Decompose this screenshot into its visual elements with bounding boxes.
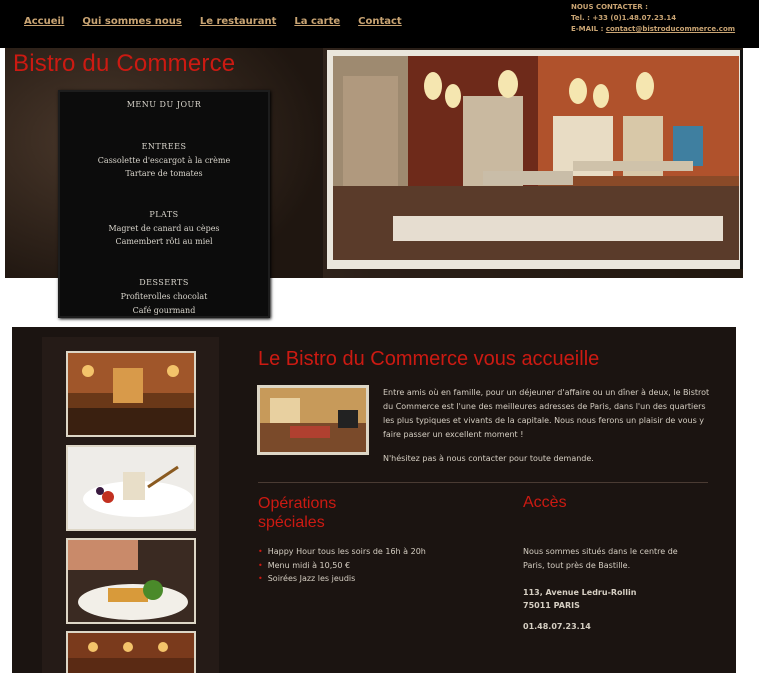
acces-phone[interactable]: 01.48.07.23.14 bbox=[523, 622, 591, 631]
menu-item: Tartare de tomates bbox=[125, 169, 203, 178]
top-bar: Accueil Qui sommes nous Le restaurant La… bbox=[0, 0, 759, 48]
list-item-text: Soirées Jazz les jeudis bbox=[267, 574, 356, 583]
thumbnail-interior bbox=[66, 631, 196, 673]
bullet-icon: • bbox=[258, 547, 263, 556]
contact-heading: NOUS CONTACTER : bbox=[571, 3, 648, 11]
nav-contact[interactable]: Contact bbox=[358, 16, 402, 27]
menu-item: Profiterolles chocolat bbox=[120, 292, 208, 301]
menu-chalkboard: MENU DU JOUR ENTREES Cassolette d'escarg… bbox=[58, 90, 270, 318]
welcome-paragraph: Entre amis où en famille, pour un déjeun… bbox=[383, 388, 710, 439]
list-item: • Happy Hour tous les soirs de 16h à 20h bbox=[258, 545, 426, 559]
operations-list: • Happy Hour tous les soirs de 16h à 20h … bbox=[258, 545, 426, 586]
restaurant-photo-image bbox=[333, 56, 739, 260]
contact-block: NOUS CONTACTER : Tel. : +33 (0)1.48.07.2… bbox=[571, 2, 735, 35]
operations-title: Opérations spéciales bbox=[258, 495, 337, 531]
thumbnail-chef-plating bbox=[66, 538, 196, 624]
nav-la-carte[interactable]: La carte bbox=[294, 16, 340, 27]
list-item: • Menu midi à 10,50 € bbox=[258, 559, 426, 573]
contact-tel: Tel. : +33 (0)1.48.07.23.14 bbox=[571, 14, 677, 22]
main-nav: Accueil Qui sommes nous Le restaurant La… bbox=[24, 16, 420, 27]
bullet-icon: • bbox=[258, 560, 263, 570]
acces-address: 113, Avenue Ledru-Rollin 75011 PARIS bbox=[523, 586, 636, 612]
menu-item: Café gourmand bbox=[132, 306, 196, 315]
menu-section-heading: PLATS bbox=[149, 210, 179, 219]
thumbnail-dessert bbox=[66, 445, 196, 531]
address-line: 75011 PARIS bbox=[523, 601, 580, 610]
acces-title: Accès bbox=[523, 494, 567, 511]
contact-email-label: E-MAIL : bbox=[571, 25, 606, 33]
nav-qui-sommes-nous[interactable]: Qui sommes nous bbox=[82, 16, 181, 27]
thumbnail-dining-room bbox=[66, 351, 196, 437]
menu-item: Cassolette d'escargot à la crème bbox=[97, 156, 231, 165]
menu-item: Camembert rôti au miel bbox=[115, 237, 213, 246]
contact-email-link[interactable]: contact@bistroducommerce.com bbox=[606, 25, 735, 33]
welcome-title: Le Bistro du Commerce vous accueille bbox=[258, 348, 600, 370]
contact-email-row: E-MAIL : contact@bistroducommerce.com bbox=[571, 24, 735, 35]
menu-section-heading: ENTREES bbox=[141, 142, 187, 151]
list-item: • Soirées Jazz les jeudis bbox=[258, 572, 426, 586]
bullet-icon: • bbox=[258, 574, 263, 583]
acces-paragraph: Nous sommes situés dans le centre de Par… bbox=[523, 547, 678, 570]
welcome-photo bbox=[257, 385, 369, 455]
address-line: 113, Avenue Ledru-Rollin bbox=[523, 588, 637, 597]
menu-board-title: MENU DU JOUR bbox=[126, 100, 202, 109]
list-item-text: Menu midi à 10,50 € bbox=[267, 560, 351, 570]
site-title: Bistro du Commerce bbox=[13, 50, 236, 77]
menu-section-heading: DESSERTS bbox=[139, 278, 189, 287]
section-divider bbox=[258, 482, 708, 483]
list-item-text: Happy Hour tous les soirs de 16h à 20h bbox=[267, 547, 426, 556]
restaurant-photo bbox=[327, 50, 743, 269]
nav-le-restaurant[interactable]: Le restaurant bbox=[200, 16, 277, 27]
nav-accueil[interactable]: Accueil bbox=[24, 16, 64, 27]
menu-item: Magret de canard au cèpes bbox=[108, 224, 220, 233]
welcome-cta: N'hésitez pas à nous contacter pour tout… bbox=[383, 454, 594, 463]
